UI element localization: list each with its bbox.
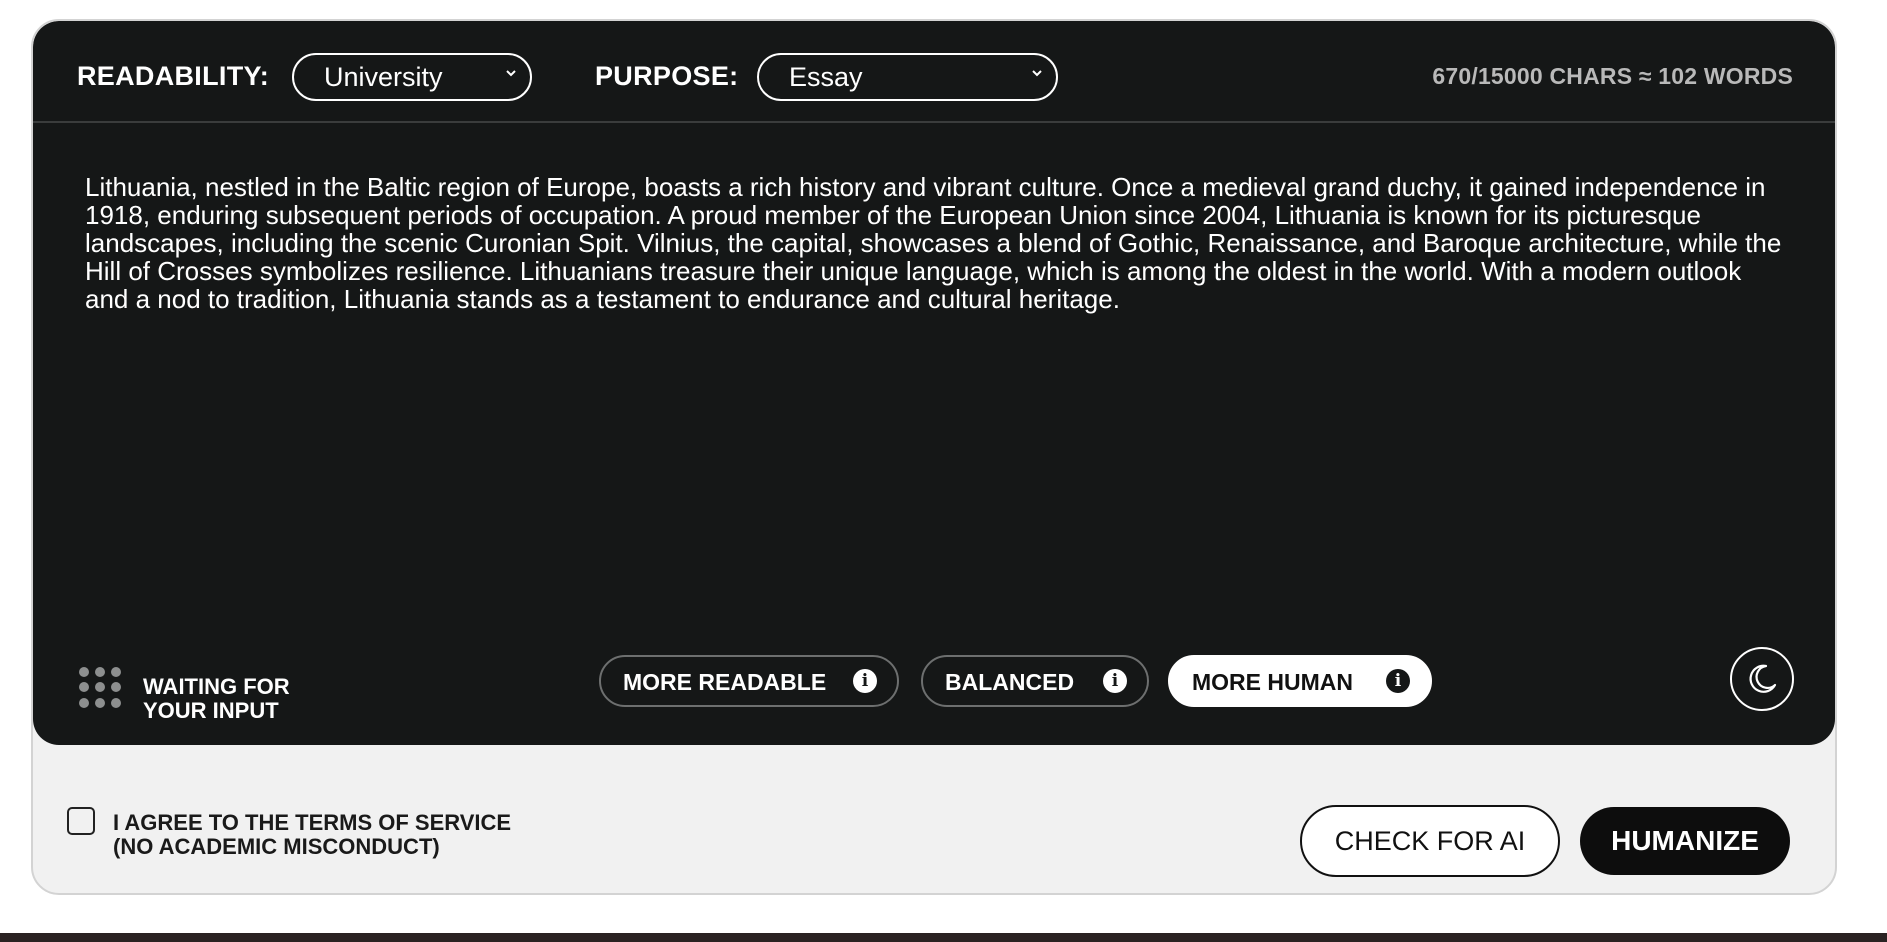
purpose-select[interactable]: Essay xyxy=(757,53,1058,101)
terms-line-1: I AGREE TO THE TERMS OF SERVICE xyxy=(113,810,512,835)
editor-panel: READABILITY: University PURPOSE: Essay 6… xyxy=(33,21,1835,745)
info-icon[interactable]: i xyxy=(1386,669,1410,693)
char-word-counter: 670/15000 CHARS ≈ 102 WORDS xyxy=(1432,63,1793,89)
humanize-button[interactable]: HUMANIZE xyxy=(1580,807,1790,875)
settings-bar: READABILITY: University PURPOSE: Essay 6… xyxy=(33,21,1835,123)
mode-label: BALANCED xyxy=(945,669,1075,695)
chevron-down-icon xyxy=(506,70,516,77)
purpose-value: Essay xyxy=(789,62,863,92)
dots-grid-icon xyxy=(79,667,121,709)
readability-label: READABILITY: xyxy=(77,61,270,91)
terms-checkbox[interactable] xyxy=(67,807,95,835)
check-for-ai-button[interactable]: CHECK FOR AI xyxy=(1300,805,1560,877)
readability-value: University xyxy=(324,62,443,92)
humanizer-panel: READABILITY: University PURPOSE: Essay 6… xyxy=(31,19,1837,895)
input-textarea[interactable]: Lithuania, nestled in the Baltic region … xyxy=(85,173,1785,503)
info-icon[interactable]: i xyxy=(1103,669,1127,693)
action-bar: I AGREE TO THE TERMS OF SERVICE (NO ACAD… xyxy=(33,745,1835,893)
mode-balanced-button[interactable]: BALANCED i xyxy=(921,655,1149,707)
taskbar-strip xyxy=(0,933,1887,942)
readability-select[interactable]: University xyxy=(292,53,532,101)
moon-icon xyxy=(1749,664,1777,693)
mode-more-human-button[interactable]: MORE HUMAN i xyxy=(1168,655,1432,707)
mode-label: MORE READABLE xyxy=(623,669,827,695)
status-text: WAITING FOR YOUR INPUT xyxy=(143,675,363,723)
status-line-1: WAITING FOR xyxy=(143,674,290,699)
mode-label: MORE HUMAN xyxy=(1192,669,1353,695)
info-icon[interactable]: i xyxy=(853,669,877,693)
theme-toggle-button[interactable] xyxy=(1730,647,1794,711)
terms-label: I AGREE TO THE TERMS OF SERVICE (NO ACAD… xyxy=(113,811,511,859)
purpose-label: PURPOSE: xyxy=(595,61,739,91)
status-line-2: YOUR INPUT xyxy=(143,698,279,723)
mode-more-readable-button[interactable]: MORE READABLE i xyxy=(599,655,899,707)
terms-line-2: (NO ACADEMIC MISCONDUCT) xyxy=(113,834,440,859)
chevron-down-icon xyxy=(1032,70,1042,77)
